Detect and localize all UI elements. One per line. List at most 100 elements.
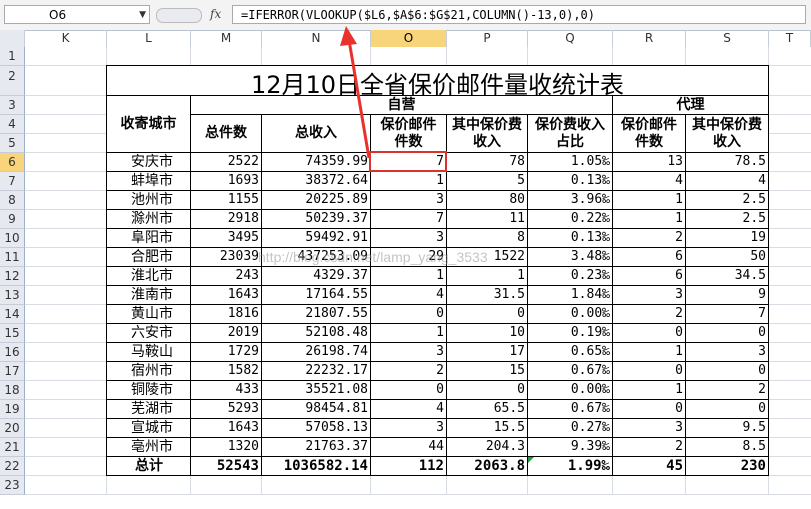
formula-expand-handle[interactable] [156,8,202,23]
data-cell[interactable]: 433 [191,381,262,400]
data-cell[interactable]: 9 [686,286,769,305]
data-cell[interactable]: 1 [613,191,686,210]
data-cell[interactable]: 4329.37 [262,267,371,286]
data-cell[interactable]: 35521.08 [262,381,371,400]
data-cell[interactable]: 9.39‰ [528,438,613,457]
row-header-2[interactable]: 2 [0,66,25,97]
row-header-16[interactable]: 16 [0,343,25,363]
row-header-4[interactable]: 4 [0,115,25,135]
data-cell[interactable]: 1 [613,343,686,362]
row-header-11[interactable]: 11 [0,248,25,268]
data-cell[interactable]: 6 [613,267,686,286]
data-cell[interactable]: 7 [686,305,769,324]
data-cell[interactable]: 19 [686,229,769,248]
data-cell[interactable]: 0 [686,324,769,343]
row-header-9[interactable]: 9 [0,210,25,230]
data-cell[interactable]: 1816 [191,305,262,324]
city-cell[interactable]: 阜阳市 [107,229,191,248]
data-cell[interactable]: 52108.48 [262,324,371,343]
data-cell[interactable]: 1.84‰ [528,286,613,305]
data-cell[interactable]: 78.5 [686,153,769,172]
chevron-down-icon[interactable]: ▼ [139,6,146,25]
data-cell[interactable]: 4 [686,172,769,191]
group-header-self[interactable]: 自营 [190,95,613,116]
data-cell[interactable]: 0.67‰ [528,400,613,419]
column-header-n[interactable]: N [262,30,371,47]
data-cell[interactable]: 7 [371,210,447,229]
data-cell[interactable]: 50 [686,248,769,267]
data-cell[interactable]: 3 [371,343,447,362]
name-box[interactable]: O6 ▼ [4,5,150,24]
column-title-4[interactable]: 其中保价费收入 [446,114,528,154]
data-cell[interactable]: 243 [191,267,262,286]
data-cell[interactable]: 4 [613,172,686,191]
data-cell[interactable]: 0 [686,362,769,381]
data-cell[interactable]: 0.13‰ [528,229,613,248]
total-cell[interactable]: 1.99‰ [528,457,613,476]
data-cell[interactable]: 1 [371,172,447,191]
data-cell[interactable]: 3 [371,419,447,438]
data-cell[interactable]: 3.96‰ [528,191,613,210]
column-title-2[interactable]: 总收入 [261,114,371,154]
data-cell[interactable]: 3 [686,343,769,362]
data-cell[interactable]: 80 [447,191,528,210]
data-cell[interactable]: 44 [371,438,447,457]
data-cell[interactable]: 8.5 [686,438,769,457]
data-cell[interactable]: 0 [613,362,686,381]
data-cell[interactable]: 1582 [191,362,262,381]
row-header-12[interactable]: 12 [0,267,25,287]
data-cell[interactable]: 38372.64 [262,172,371,191]
total-cell[interactable]: 45 [613,457,686,476]
total-cell[interactable]: 52543 [191,457,262,476]
data-cell[interactable]: 2.5 [686,191,769,210]
city-cell[interactable]: 合肥市 [107,248,191,267]
data-cell[interactable]: 65.5 [447,400,528,419]
data-cell[interactable]: 21807.55 [262,305,371,324]
city-cell[interactable]: 淮北市 [107,267,191,286]
column-header-s[interactable]: S [686,30,769,47]
total-cell[interactable]: 2063.8 [447,457,528,476]
row-header-10[interactable]: 10 [0,229,25,249]
city-cell[interactable]: 芜湖市 [107,400,191,419]
data-cell[interactable]: 0 [686,400,769,419]
row-header-19[interactable]: 19 [0,400,25,420]
city-cell[interactable]: 黄山市 [107,305,191,324]
data-cell[interactable]: 1643 [191,286,262,305]
row-header-15[interactable]: 15 [0,324,25,344]
city-header[interactable]: 收寄城市 [106,95,191,154]
column-header-t[interactable]: T [769,30,811,47]
city-cell[interactable]: 马鞍山 [107,343,191,362]
data-cell[interactable]: 21763.37 [262,438,371,457]
row-header-5[interactable]: 5 [0,134,25,154]
city-cell[interactable]: 铜陵市 [107,381,191,400]
data-cell[interactable]: 0.00‰ [528,381,613,400]
data-cell[interactable]: 2.5 [686,210,769,229]
row-header-6[interactable]: 6 [0,153,25,173]
data-cell[interactable]: 1 [371,267,447,286]
select-all-corner[interactable] [0,30,25,47]
total-cell[interactable]: 112 [371,457,447,476]
column-title-1[interactable]: 总件数 [190,114,262,154]
data-cell[interactable]: 98454.81 [262,400,371,419]
data-cell[interactable]: 3 [613,286,686,305]
row-header-20[interactable]: 20 [0,419,25,439]
data-cell[interactable]: 34.5 [686,267,769,286]
data-cell[interactable]: 13 [613,153,686,172]
data-cell[interactable]: 0.00‰ [528,305,613,324]
data-cell[interactable]: 17 [447,343,528,362]
data-cell[interactable]: 4 [371,400,447,419]
city-cell[interactable]: 宿州市 [107,362,191,381]
data-cell[interactable]: 0.23‰ [528,267,613,286]
column-header-o[interactable]: O [371,30,447,47]
data-cell[interactable]: 0 [613,324,686,343]
data-cell[interactable]: 50239.37 [262,210,371,229]
data-cell[interactable]: 2 [613,438,686,457]
group-header-agent[interactable]: 代理 [612,95,769,116]
data-cell[interactable]: 2 [613,305,686,324]
data-cell[interactable]: 9.5 [686,419,769,438]
column-title-3[interactable]: 保价邮件件数 [370,114,447,154]
data-cell[interactable]: 0.67‰ [528,362,613,381]
city-cell[interactable]: 亳州市 [107,438,191,457]
data-cell[interactable]: 1 [447,267,528,286]
data-cell[interactable]: 0 [371,305,447,324]
